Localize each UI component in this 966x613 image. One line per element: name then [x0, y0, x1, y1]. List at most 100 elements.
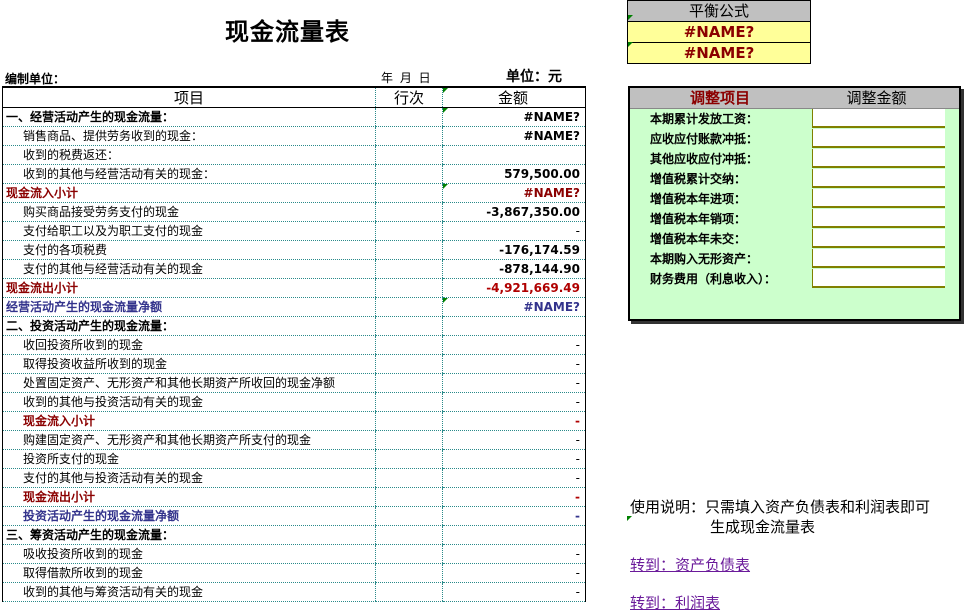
row-line-no[interactable]: [375, 221, 443, 241]
adjustment-amount-input[interactable]: [812, 149, 945, 168]
row-line-no[interactable]: [375, 506, 443, 526]
row-amount[interactable]: -: [442, 430, 586, 450]
row-amount[interactable]: -: [442, 354, 586, 374]
row-amount[interactable]: -3,867,350.00: [442, 202, 586, 222]
date-label: 年 月 日: [381, 71, 431, 85]
row-line-no[interactable]: [375, 126, 443, 146]
table-row: 现金流入小计 -: [2, 411, 586, 431]
row-amount[interactable]: -: [442, 468, 586, 488]
row-item-label: 收到的其他与筹资活动有关的现金: [2, 582, 376, 602]
row-line-no[interactable]: [375, 202, 443, 222]
row-line-no[interactable]: [375, 392, 443, 412]
row-amount[interactable]: -: [442, 221, 586, 241]
row-line-no[interactable]: [375, 525, 443, 545]
adjustment-row: 增值税本年销项：: [630, 209, 959, 229]
row-amount[interactable]: -: [442, 487, 586, 507]
row-amount[interactable]: -4,921,669.49: [442, 278, 586, 298]
row-amount[interactable]: -: [442, 563, 586, 583]
row-amount[interactable]: -: [442, 506, 586, 526]
table-row: 投资所支付的现金 -: [2, 449, 586, 469]
row-line-no[interactable]: [375, 468, 443, 488]
usage-instructions: 使用说明：只需填入资产负债表和利润表即可 生成现金流量表: [630, 497, 930, 537]
row-amount[interactable]: #NAME?: [442, 297, 586, 317]
comment-marker-icon: [627, 516, 632, 521]
adjustment-item-label: 增值税本年进项：: [650, 192, 747, 206]
row-amount[interactable]: -: [442, 373, 586, 393]
row-line-no[interactable]: [375, 316, 443, 336]
adjustment-amount-input[interactable]: [812, 109, 945, 128]
row-item-label: 吸收投资所收到的现金: [2, 544, 376, 564]
adjustment-amount-input[interactable]: [812, 129, 945, 148]
adjustment-amount-input[interactable]: [812, 169, 945, 188]
row-line-no[interactable]: [375, 335, 443, 355]
row-amount[interactable]: 579,500.00: [442, 164, 586, 184]
row-item-label: 现金流入小计: [2, 183, 376, 203]
adjustment-row: 其他应收应付冲抵：: [630, 149, 959, 169]
balance-formula-cell[interactable]: #NAME?: [628, 22, 810, 42]
balance-formula-cell[interactable]: #NAME?: [628, 42, 810, 63]
adjustment-row: 增值税本年进项：: [630, 189, 959, 209]
currency-unit-label: 单位：元: [506, 69, 562, 85]
row-amount[interactable]: #NAME?: [442, 183, 586, 203]
goto-income-statement-link[interactable]: 转到：利润表: [630, 592, 720, 613]
row-amount[interactable]: -: [442, 449, 586, 469]
row-amount[interactable]: #NAME?: [442, 107, 586, 127]
reporting-entity-label: 编制单位：: [5, 72, 66, 86]
row-line-no[interactable]: [375, 240, 443, 260]
row-line-no[interactable]: [375, 430, 443, 450]
row-line-no[interactable]: [375, 487, 443, 507]
row-line-no[interactable]: [375, 449, 443, 469]
row-item-label: 取得借款所收到的现金: [2, 563, 376, 583]
row-line-no[interactable]: [375, 297, 443, 317]
table-header-row: 项目 行次 金额: [2, 87, 586, 108]
table-row: 三、筹资活动产生的现金流量：: [2, 525, 586, 545]
row-amount[interactable]: -176,174.59: [442, 240, 586, 260]
row-line-no[interactable]: [375, 563, 443, 583]
row-line-no[interactable]: [375, 164, 443, 184]
adjustment-amount-input[interactable]: [812, 269, 945, 288]
row-line-no[interactable]: [375, 354, 443, 374]
row-amount[interactable]: -: [442, 392, 586, 412]
row-amount[interactable]: [442, 525, 586, 545]
comment-marker-icon: [628, 42, 633, 47]
row-item-label: 购建固定资产、无形资产和其他长期资产所支付的现金: [2, 430, 376, 450]
table-row: 收回投资所收到的现金 -: [2, 335, 586, 355]
row-item-label: 购买商品接受劳务支付的现金: [2, 202, 376, 222]
row-amount[interactable]: -: [442, 411, 586, 431]
table-row: 支付的其他与经营活动有关的现金 -878,144.90: [2, 259, 586, 279]
adjustment-rows: 本期累计发放工资： 应收应付账款冲抵： 其他应收应付冲抵： 增值税累计交纳： 增值税本年…: [630, 109, 959, 289]
row-amount[interactable]: -: [442, 582, 586, 602]
row-amount[interactable]: [442, 316, 586, 336]
row-item-label: 现金流入小计: [2, 411, 376, 431]
goto-balance-sheet-link[interactable]: 转到：资产负债表: [630, 554, 750, 575]
balance-formula-title: 平衡公式: [628, 1, 810, 22]
row-line-no[interactable]: [375, 278, 443, 298]
adjustment-amount-input[interactable]: [812, 229, 945, 248]
row-amount[interactable]: -: [442, 335, 586, 355]
row-amount[interactable]: -878,144.90: [442, 259, 586, 279]
row-line-no[interactable]: [375, 411, 443, 431]
row-line-no[interactable]: [375, 582, 443, 602]
adjustment-item-label: 应收应付账款冲抵：: [650, 132, 759, 146]
adjustment-amount-input[interactable]: [812, 209, 945, 228]
row-amount[interactable]: -: [442, 544, 586, 564]
row-line-no[interactable]: [375, 544, 443, 564]
row-line-no[interactable]: [375, 107, 443, 127]
adjustment-row: 财务费用（利息收入）：: [630, 269, 959, 289]
row-item-label: 收回投资所收到的现金: [2, 335, 376, 355]
adjustment-panel: 调整项目 调整金额 本期累计发放工资： 应收应付账款冲抵： 其他应收应付冲抵： 增值税…: [628, 86, 961, 321]
adjustment-item-label: 增值税累计交纳：: [650, 172, 747, 186]
adjustment-amount-input[interactable]: [812, 249, 945, 268]
adjustment-item-label: 其他应收应付冲抵：: [650, 152, 759, 166]
row-line-no[interactable]: [375, 183, 443, 203]
balance-formula-box: 平衡公式 #NAME? #NAME?: [627, 0, 811, 64]
row-line-no[interactable]: [375, 145, 443, 165]
adjustment-item-label: 本期购入无形资产：: [650, 252, 759, 266]
row-amount[interactable]: [442, 145, 586, 165]
table-row: 购买商品接受劳务支付的现金 -3,867,350.00: [2, 202, 586, 222]
row-line-no[interactable]: [375, 373, 443, 393]
row-item-label: 现金流出小计: [2, 278, 376, 298]
adjustment-amount-input[interactable]: [812, 189, 945, 208]
row-amount[interactable]: #NAME?: [442, 126, 586, 146]
row-line-no[interactable]: [375, 259, 443, 279]
